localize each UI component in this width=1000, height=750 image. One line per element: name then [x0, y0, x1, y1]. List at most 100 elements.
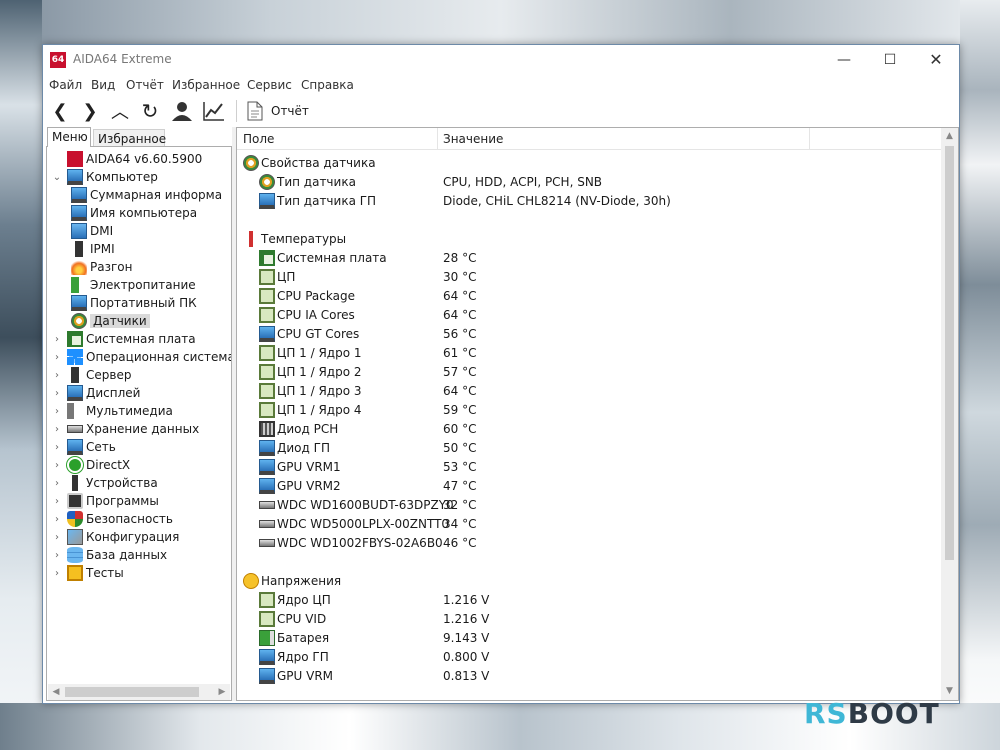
tree-item[interactable]: › Конфигурация — [51, 528, 179, 546]
table-row[interactable]: ЦП 1 / Ядро 1 61 °C — [259, 343, 958, 362]
tab-favorites[interactable]: Избранное — [93, 129, 166, 147]
tree-item[interactable]: IPMI — [71, 240, 115, 258]
table-row[interactable]: Ядро ГП 0.800 V — [259, 647, 958, 666]
tree-item[interactable]: Портативный ПК — [71, 294, 197, 312]
table-row[interactable]: CPU GT Cores 56 °C — [259, 324, 958, 343]
up-button[interactable]: ︿ — [106, 97, 134, 125]
tree-item[interactable]: › Системная плата — [51, 330, 196, 348]
table-row[interactable]: ЦП 1 / Ядро 3 64 °C — [259, 381, 958, 400]
tab-menu[interactable]: Меню — [47, 127, 91, 147]
group-header-row[interactable]: Напряжения — [243, 571, 943, 590]
tree-expand-icon[interactable]: › — [51, 424, 63, 435]
forward-button[interactable]: ❯ — [76, 97, 104, 125]
minimize-button[interactable]: — — [821, 45, 867, 75]
tree-expand-icon[interactable]: › — [51, 334, 63, 345]
chip-icon — [259, 382, 275, 399]
vertical-scrollbar[interactable]: ▲ ▼ — [941, 128, 958, 700]
menu-view[interactable]: Вид — [91, 78, 115, 92]
tree-item[interactable]: › Программы — [51, 492, 159, 510]
table-row[interactable]: GPU VRM2 47 °C — [259, 476, 958, 495]
column-divider[interactable] — [437, 128, 438, 150]
group-header-row[interactable]: Свойства датчика — [243, 153, 943, 172]
table-row[interactable]: Батарея 9.143 V — [259, 628, 958, 647]
tree-expand-icon[interactable]: › — [51, 478, 63, 489]
menu-report[interactable]: Отчёт — [126, 78, 164, 92]
tree-item[interactable]: › Безопасность — [51, 510, 173, 528]
tree-item[interactable]: › Тесты — [51, 564, 124, 582]
tree-item[interactable]: › Сервер — [51, 366, 131, 384]
chart-button[interactable] — [200, 97, 228, 125]
scroll-right-arrow-icon[interactable]: ▶ — [214, 684, 230, 700]
table-row[interactable]: CPU VID 1.216 V — [259, 609, 958, 628]
refresh-button[interactable]: ↻ — [136, 97, 164, 125]
column-value-header[interactable]: Значение — [443, 132, 503, 146]
menu-tools[interactable]: Сервис — [247, 78, 292, 92]
tree-expand-icon[interactable]: › — [51, 388, 63, 399]
field-label: ЦП — [277, 269, 296, 284]
tree-collapse-icon[interactable]: ⌄ — [51, 172, 63, 183]
table-row[interactable]: WDC WD1600BUDT-63DPZY0 32 °C — [259, 495, 958, 514]
monitor-icon — [259, 667, 275, 684]
tree-item[interactable]: DMI — [71, 222, 113, 240]
tree-item[interactable]: › Мультимедиа — [51, 402, 173, 420]
field-value: 50 °C — [443, 440, 477, 455]
table-row[interactable]: Ядро ЦП 1.216 V — [259, 590, 958, 609]
tree-item[interactable]: › DirectX — [51, 456, 130, 474]
tree-item[interactable]: Суммарная информа — [71, 186, 222, 204]
group-header-row[interactable]: Температуры — [243, 229, 943, 248]
column-field-header[interactable]: Поле — [243, 132, 274, 146]
table-row[interactable]: Тип датчика CPU, HDD, ACPI, PCH, SNB — [259, 172, 958, 191]
tree-expand-icon[interactable]: › — [51, 514, 63, 525]
table-row[interactable]: WDC WD1002FBYS-02A6B0 46 °C — [259, 533, 958, 552]
tree-expand-icon[interactable]: › — [51, 550, 63, 561]
table-row[interactable]: GPU VRM1 53 °C — [259, 457, 958, 476]
table-row[interactable]: Диод ГП 50 °C — [259, 438, 958, 457]
tree-expand-icon[interactable]: › — [51, 406, 63, 417]
tree-item[interactable]: Датчики — [71, 312, 150, 330]
horizontal-scrollbar[interactable]: ◀ ▶ — [48, 684, 230, 700]
user-button[interactable] — [168, 97, 196, 125]
table-row[interactable]: GPU VRM 0.813 V — [259, 666, 958, 685]
tree-item[interactable]: Разгон — [71, 258, 132, 276]
tree-item[interactable]: › Дисплей — [51, 384, 140, 402]
scrollbar-thumb[interactable] — [65, 687, 199, 697]
table-row[interactable]: CPU IA Cores 64 °C — [259, 305, 958, 324]
tree-expand-icon[interactable]: › — [51, 568, 63, 579]
tree-expand-icon[interactable]: › — [51, 496, 63, 507]
tree-item-label: DMI — [90, 224, 114, 238]
scrollbar-thumb[interactable] — [945, 146, 954, 560]
tree-expand-icon[interactable]: › — [51, 352, 63, 363]
table-row[interactable]: Системная плата 28 °C — [259, 248, 958, 267]
table-row[interactable]: Тип датчика ГП Diode, CHiL CHL8214 (NV-Di… — [259, 191, 958, 210]
scroll-left-arrow-icon[interactable]: ◀ — [48, 684, 64, 700]
tree-item[interactable]: › База данных — [51, 546, 167, 564]
table-row[interactable]: ЦП 1 / Ядро 4 59 °C — [259, 400, 958, 419]
tree-item[interactable]: › Сеть — [51, 438, 116, 456]
table-row[interactable]: WDC WD5000LPLX-00ZNTT0 34 °C — [259, 514, 958, 533]
tree-item[interactable]: › Устройства — [51, 474, 158, 492]
tree-item[interactable]: › Хранение данных — [51, 420, 199, 438]
back-button[interactable]: ❮ — [46, 97, 74, 125]
column-divider[interactable] — [809, 128, 810, 150]
scroll-up-arrow-icon[interactable]: ▲ — [941, 128, 958, 145]
menu-favorites[interactable]: Избранное — [172, 78, 240, 92]
tree-item[interactable]: AIDA64 v6.60.5900 — [51, 150, 202, 168]
table-row[interactable]: ЦП 30 °C — [259, 267, 958, 286]
table-row[interactable]: ЦП 1 / Ядро 2 57 °C — [259, 362, 958, 381]
maximize-button[interactable]: ☐ — [867, 45, 913, 75]
tree-item[interactable]: Имя компьютера — [71, 204, 197, 222]
table-row[interactable]: CPU Package 64 °C — [259, 286, 958, 305]
tree-expand-icon[interactable]: › — [51, 442, 63, 453]
tree-item[interactable]: › Операционная система — [51, 348, 231, 366]
tree-expand-icon[interactable]: › — [51, 460, 63, 471]
tree-item[interactable]: Электропитание — [71, 276, 196, 294]
menu-file[interactable]: Файл — [49, 78, 82, 92]
table-row[interactable]: Диод PCH 60 °C — [259, 419, 958, 438]
tree-item[interactable]: ⌄ Компьютер — [51, 168, 158, 186]
report-button[interactable]: Отчёт — [247, 99, 309, 123]
tree-expand-icon[interactable]: › — [51, 532, 63, 543]
title-bar[interactable]: 64 AIDA64 Extreme — ☐ ✕ — [43, 45, 959, 75]
menu-help[interactable]: Справка — [301, 78, 354, 92]
tree-expand-icon[interactable]: › — [51, 370, 63, 381]
close-button[interactable]: ✕ — [913, 45, 959, 75]
